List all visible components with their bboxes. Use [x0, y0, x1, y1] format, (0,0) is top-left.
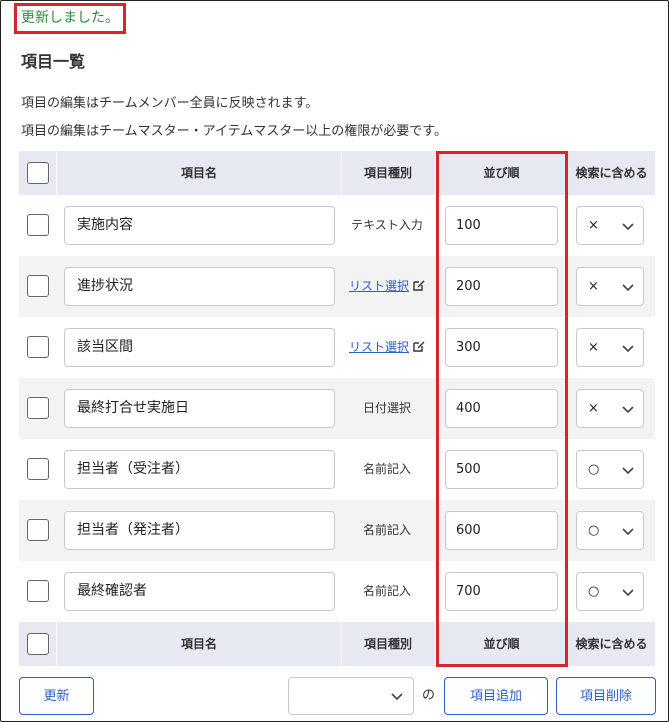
table-row: 最終確認者 名前記入 700 ○	[19, 561, 655, 622]
row-checkbox[interactable]	[27, 519, 49, 541]
table-row: 該当区間 リスト選択 300 ×	[19, 317, 655, 378]
item-kind: 日付選択	[341, 378, 433, 439]
edit-icon[interactable]	[413, 340, 425, 352]
footer-header-order: 並び順	[483, 637, 520, 651]
search-include-value: ×	[588, 340, 599, 355]
row-checkbox[interactable]	[27, 336, 49, 358]
chevron-down-icon	[622, 223, 634, 231]
item-name-input[interactable]: 最終確認者	[64, 572, 335, 611]
items-table: 項目名 項目種別 並び順 検索に含める 実施内容 テキスト入力 100 × 進捗状況 リス…	[19, 151, 655, 666]
table-header: 項目名 項目種別 並び順 検索に含める	[19, 151, 655, 195]
item-kind-label: 名前記入	[362, 523, 411, 537]
page-title: 項目一覧	[21, 52, 86, 71]
order-input[interactable]: 600	[445, 511, 558, 550]
search-include-select[interactable]: ×	[576, 389, 644, 428]
delete-item-button[interactable]: 項目削除	[556, 677, 656, 715]
position-select[interactable]	[288, 677, 414, 715]
chevron-down-icon	[622, 528, 634, 536]
select-all-checkbox[interactable]	[27, 162, 49, 184]
item-kind: テキスト入力	[341, 195, 433, 256]
item-name-input[interactable]: 実施内容	[64, 206, 335, 245]
add-item-button[interactable]: 項目追加	[444, 677, 548, 715]
search-include-value: ○	[588, 584, 600, 599]
order-input[interactable]: 500	[445, 450, 558, 489]
chevron-down-icon	[391, 693, 403, 701]
footer-header-name: 項目名	[180, 637, 217, 651]
item-kind[interactable]: リスト選択	[341, 256, 433, 317]
item-kind-label: テキスト入力	[351, 218, 423, 232]
item-name-input[interactable]: 進捗状況	[64, 267, 335, 306]
select-all-checkbox-bottom[interactable]	[27, 633, 49, 655]
header-kind: 項目種別	[363, 166, 412, 180]
row-checkbox[interactable]	[27, 458, 49, 480]
footer-header-search: 検索に含める	[575, 637, 648, 651]
order-input[interactable]: 100	[445, 206, 558, 245]
table-row: 実施内容 テキスト入力 100 ×	[19, 195, 655, 256]
chevron-down-icon	[622, 284, 634, 292]
search-include-value: ×	[588, 401, 599, 416]
item-name-input[interactable]: 担当者（発注者）	[64, 511, 335, 550]
item-kind: 名前記入	[341, 500, 433, 561]
item-kind-label: 名前記入	[362, 462, 411, 476]
search-include-value: ○	[588, 523, 600, 538]
item-kind: 名前記入	[341, 439, 433, 500]
chevron-down-icon	[622, 467, 634, 475]
search-include-select[interactable]: ○	[576, 450, 644, 489]
chevron-down-icon	[622, 406, 634, 414]
row-checkbox[interactable]	[27, 580, 49, 602]
search-include-select[interactable]: ○	[576, 511, 644, 550]
search-include-select[interactable]: ×	[576, 328, 644, 367]
item-name-input[interactable]: 該当区間	[64, 328, 335, 367]
row-checkbox[interactable]	[27, 214, 49, 236]
header-name: 項目名	[180, 166, 217, 180]
description-1: 項目の編集はチームメンバー全員に反映されます。	[21, 96, 319, 111]
order-input[interactable]: 300	[445, 328, 558, 367]
order-input[interactable]: 400	[445, 389, 558, 428]
item-name-input[interactable]: 担当者（受注者）	[64, 450, 335, 489]
search-include-value: ×	[588, 218, 599, 233]
position-label: の	[422, 688, 436, 703]
item-kind-label: 名前記入	[362, 584, 411, 598]
edit-icon[interactable]	[413, 279, 425, 291]
chevron-down-icon	[622, 589, 634, 597]
table-row: 最終打合せ実施日 日付選択 400 ×	[19, 378, 655, 439]
table-body: 実施内容 テキスト入力 100 × 進捗状況 リスト選択 200 × 該当区間 リスト選択 300 ×…	[19, 195, 655, 622]
item-name-input[interactable]: 最終打合せ実施日	[64, 389, 335, 428]
description-2: 項目の編集はチームマスター・アイテムマスター以上の権限が必要です。	[21, 124, 448, 139]
update-button[interactable]: 更新	[19, 677, 94, 715]
order-input[interactable]: 200	[445, 267, 558, 306]
item-kind: 名前記入	[341, 561, 433, 622]
row-checkbox[interactable]	[27, 275, 49, 297]
search-include-select[interactable]: ×	[576, 267, 644, 306]
search-include-select[interactable]: ○	[576, 572, 644, 611]
table-row: 担当者（受注者） 名前記入 500 ○	[19, 439, 655, 500]
order-input[interactable]: 700	[445, 572, 558, 611]
table-footer-header: 項目名 項目種別 並び順 検索に含める	[19, 622, 655, 666]
search-include-value: ○	[588, 462, 600, 477]
table-row: 進捗状況 リスト選択 200 ×	[19, 256, 655, 317]
item-kind-label[interactable]: リスト選択	[349, 279, 409, 293]
chevron-down-icon	[622, 345, 634, 353]
search-include-select[interactable]: ×	[576, 206, 644, 245]
item-kind[interactable]: リスト選択	[341, 317, 433, 378]
item-kind-label[interactable]: リスト選択	[349, 340, 409, 354]
table-row: 担当者（発注者） 名前記入 600 ○	[19, 500, 655, 561]
row-checkbox[interactable]	[27, 397, 49, 419]
header-search: 検索に含める	[575, 166, 648, 180]
flash-message: 更新しました。	[14, 3, 126, 34]
search-include-value: ×	[588, 279, 599, 294]
item-kind-label: 日付選択	[362, 401, 411, 415]
footer-header-kind: 項目種別	[363, 637, 412, 651]
header-order: 並び順	[483, 166, 520, 180]
